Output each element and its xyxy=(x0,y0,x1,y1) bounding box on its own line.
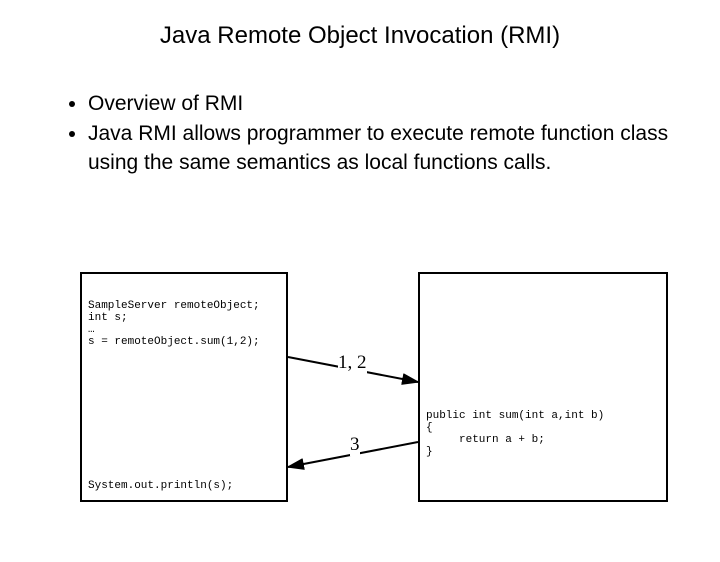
bullet-item: Overview of RMI xyxy=(88,90,720,118)
arrow-label-request: 1, 2 xyxy=(338,352,367,374)
server-code: public int sum(int a,int b) { return a +… xyxy=(426,410,604,458)
arrow-label-response: 3 xyxy=(350,434,360,456)
client-code-bottom: System.out.println(s); xyxy=(88,480,233,492)
slide-title: Java Remote Object Invocation (RMI) xyxy=(0,22,720,50)
server-box xyxy=(418,272,668,502)
bullet-list: Overview of RMI Java RMI allows programm… xyxy=(48,90,720,177)
bullet-item: Java RMI allows programmer to execute re… xyxy=(88,120,720,177)
client-code-top: SampleServer remoteObject; int s; … s = … xyxy=(88,300,260,348)
